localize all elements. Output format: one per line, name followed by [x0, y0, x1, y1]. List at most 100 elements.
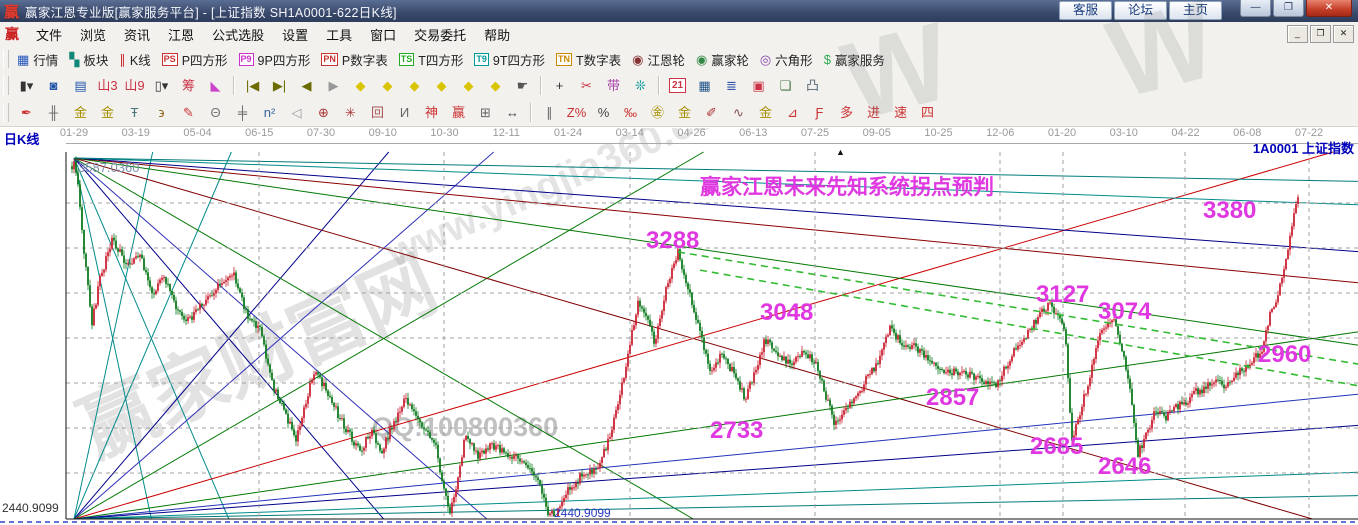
grid-ruler-icon[interactable]: ⊞: [472, 101, 499, 125]
gann-shift-right-icon[interactable]: ◆: [374, 74, 401, 98]
menu-文件[interactable]: 文件: [27, 23, 71, 46]
toolbar-drawing: ✒ ╫ 金金 Ŧ ϶ ✎ Θ ╪ n² ◁ ⊕ ✳ 回 И 神赢 ⊞ ↔ ∥ Z%% ‰ ㊎金 ✐ ∿ 金 ⊿ Ƒ 多进速四: [0, 99, 1358, 127]
cycle-circle-icon[interactable]: Θ: [202, 101, 229, 125]
time-ruler-icon[interactable]: ╪: [229, 101, 256, 125]
calendar-icon[interactable]: 21: [664, 74, 691, 98]
golden-section-v-icon[interactable]: 金: [94, 101, 121, 125]
gann-all-icon[interactable]: ◆: [482, 74, 509, 98]
customer-service-button[interactable]: 客服: [1058, 1, 1112, 20]
restore-button[interactable]: ❐: [1273, 0, 1304, 17]
tool-t-number-table[interactable]: TN T数字表: [552, 49, 628, 70]
speed-line-icon[interactable]: 速: [887, 101, 914, 125]
menu-窗口[interactable]: 窗口: [361, 23, 405, 46]
percent-z-icon[interactable]: Z%: [563, 101, 590, 125]
f-angle-icon[interactable]: Ƒ: [806, 101, 833, 125]
tool-kline[interactable]: ∥ K线: [115, 49, 157, 70]
menu-江恩[interactable]: 江恩: [159, 23, 203, 46]
chart-mode-icon[interactable]: ◙: [40, 74, 67, 98]
tool-winner-wheel[interactable]: ◉ 赢家轮: [692, 49, 756, 70]
winner-ruler-icon[interactable]: 赢: [445, 101, 472, 125]
close-button[interactable]: ✕: [1306, 0, 1352, 17]
draw-pen-icon[interactable]: ✒: [13, 101, 40, 125]
child-close-button[interactable]: ✕: [1333, 25, 1354, 43]
gann-box-icon[interactable]: 回: [364, 101, 391, 125]
first-page-icon[interactable]: |◀: [239, 74, 266, 98]
menu-设置[interactable]: 设置: [273, 23, 317, 46]
multi-angle-icon[interactable]: 多: [833, 101, 860, 125]
save-icon[interactable]: ▣: [745, 74, 772, 98]
four-line-icon[interactable]: 四: [914, 101, 941, 125]
minor-cycle-3-icon[interactable]: 山3: [94, 74, 121, 98]
tool-t9-square[interactable]: T9 9T四方形: [470, 49, 552, 70]
homepage-button[interactable]: 主页: [1168, 1, 1222, 20]
calculator-icon[interactable]: ▦: [691, 74, 718, 98]
last-page-icon[interactable]: ▶|: [266, 74, 293, 98]
info-f10-icon[interactable]: ▤: [67, 74, 94, 98]
tool-p-number-table[interactable]: PN P数字表: [317, 49, 394, 70]
measure-width-icon[interactable]: ↔: [499, 101, 526, 125]
gann-ruler-icon[interactable]: ╫: [40, 101, 67, 125]
gann-target-icon[interactable]: ⊕: [310, 101, 337, 125]
star-rays-icon[interactable]: ✳: [337, 101, 364, 125]
chart-canvas[interactable]: 赢家财富网www.yingjia360.comQQ:100800360赢家江恩未…: [0, 128, 1358, 525]
tool-quotes[interactable]: ▦ 行情: [13, 49, 65, 70]
kline-period-icon[interactable]: ▮▾: [13, 74, 40, 98]
chip-distribution-icon[interactable]: 筹: [175, 74, 202, 98]
mark-pen-icon[interactable]: ✎: [175, 101, 202, 125]
tool-p9-square[interactable]: P9 9P四方形: [235, 49, 318, 70]
golden-line-icon[interactable]: 金: [671, 101, 698, 125]
band-tool-icon[interactable]: 带: [600, 74, 627, 98]
forum-button[interactable]: 论坛: [1113, 1, 1167, 20]
fibonacci-time-icon[interactable]: Ŧ: [121, 101, 148, 125]
x-axis-date: 09-10: [368, 127, 397, 139]
magic-ruler-icon[interactable]: 神: [418, 101, 445, 125]
y-angle-icon[interactable]: ⊿: [779, 101, 806, 125]
print-icon[interactable]: 凸: [799, 74, 826, 98]
angle-flag-icon[interactable]: ◁: [283, 101, 310, 125]
crosshair-icon[interactable]: +: [546, 74, 573, 98]
x-axis-date: 10-25: [924, 127, 953, 139]
prev-page-icon[interactable]: ◀: [293, 74, 320, 98]
square-numbers-icon[interactable]: n²: [256, 101, 283, 125]
drag-hand-icon[interactable]: ☛: [509, 74, 536, 98]
minor-cycle-9-icon[interactable]: 山9: [121, 74, 148, 98]
tool-sectors[interactable]: ▚ 板块: [65, 49, 115, 70]
menu-浏览[interactable]: 浏览: [71, 23, 115, 46]
percent-line-icon[interactable]: ‰: [617, 101, 644, 125]
menu-公式选股[interactable]: 公式选股: [203, 23, 273, 46]
smart-analysis-icon[interactable]: ❊: [627, 74, 654, 98]
tool-hexagon[interactable]: ◎ 六角形: [756, 49, 820, 70]
advance-line-icon[interactable]: 进: [860, 101, 887, 125]
menu-帮助[interactable]: 帮助: [475, 23, 519, 46]
color-paint-icon[interactable]: ◣: [202, 74, 229, 98]
tool-t-square[interactable]: TS T四方形: [395, 49, 471, 70]
candle-style-icon[interactable]: ▯▾: [148, 74, 175, 98]
menu-资讯[interactable]: 资讯: [115, 23, 159, 46]
golden-section-h-icon[interactable]: 金: [67, 101, 94, 125]
menu-交易委托[interactable]: 交易委托: [405, 23, 475, 46]
golden-circle-icon[interactable]: ㊎: [644, 101, 671, 125]
gann-shift-left-icon[interactable]: ◆: [347, 74, 374, 98]
gann-compress-icon[interactable]: ◆: [428, 74, 455, 98]
tool-gann-wheel[interactable]: ◉ 江恩轮: [628, 49, 692, 70]
child-restore-button[interactable]: ❐: [1310, 25, 1331, 43]
tool-p-square[interactable]: PS P四方形: [158, 49, 235, 70]
tool-winner-service[interactable]: $ 赢家服务: [820, 49, 892, 70]
x-axis-date: 03-14: [615, 127, 644, 139]
menu-工具[interactable]: 工具: [317, 23, 361, 46]
spiral-icon[interactable]: ϶: [148, 101, 175, 125]
golden-slash-icon[interactable]: 金: [752, 101, 779, 125]
cut-tool-icon[interactable]: ✂: [573, 74, 600, 98]
memo-icon[interactable]: ≣: [718, 74, 745, 98]
next-page-icon[interactable]: ▶: [320, 74, 347, 98]
percent-icon[interactable]: %: [590, 101, 617, 125]
parallel-lines-icon[interactable]: ∥: [536, 101, 563, 125]
zigzag-wave-icon[interactable]: И: [391, 101, 418, 125]
gann-expand-icon[interactable]: ◆: [401, 74, 428, 98]
child-minimize-button[interactable]: _: [1287, 25, 1308, 43]
wave-line-icon[interactable]: ∿: [725, 101, 752, 125]
gann-fit-icon[interactable]: ◆: [455, 74, 482, 98]
minimize-button[interactable]: —: [1240, 0, 1271, 17]
copy-screen-icon[interactable]: ❏: [772, 74, 799, 98]
draw-line-icon[interactable]: ✐: [698, 101, 725, 125]
